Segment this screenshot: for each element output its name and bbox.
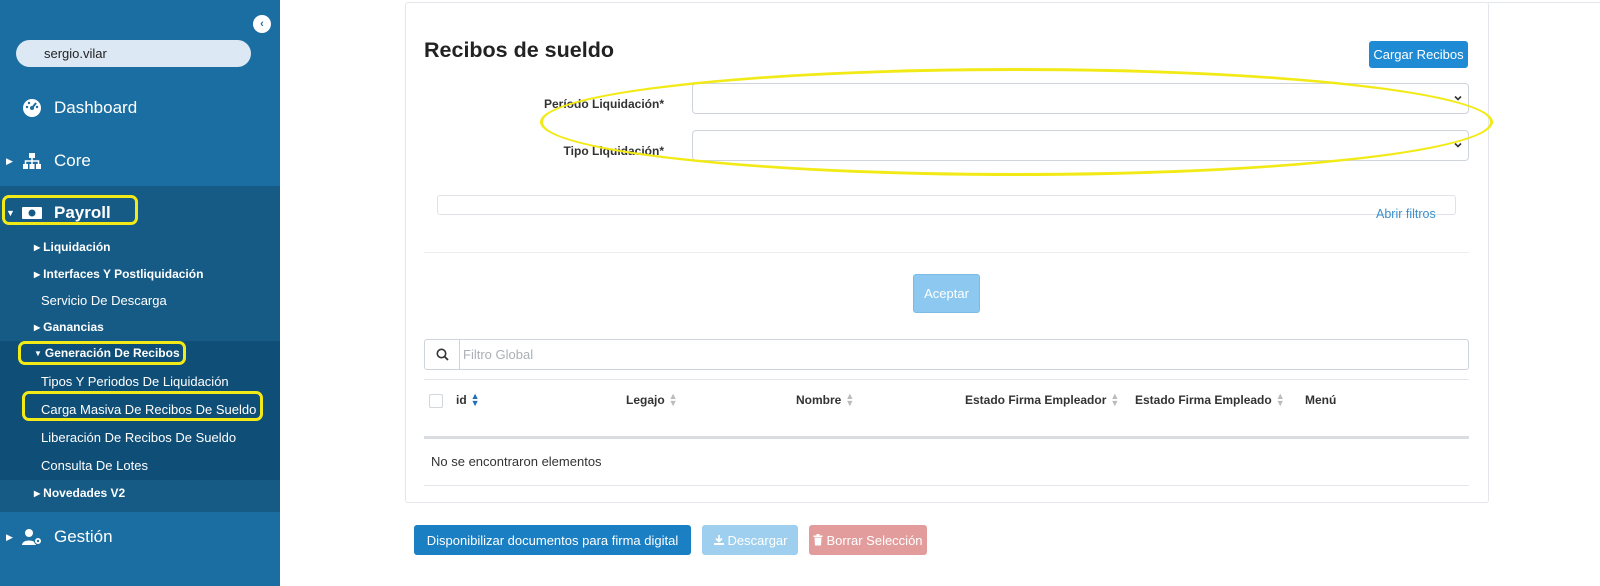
table-empty-message: No se encontraron elementos xyxy=(424,441,1469,486)
cargar-recibos-button[interactable]: Cargar Recibos xyxy=(1369,41,1468,68)
button-label: Descargar xyxy=(727,532,788,548)
sidebar-subitem-label: Ganancias xyxy=(43,320,104,334)
caret-right-icon: ▶ xyxy=(6,155,13,166)
select-all-checkbox[interactable] xyxy=(429,394,443,408)
global-filter xyxy=(424,339,1469,370)
caret-right-icon: ▶ xyxy=(34,322,41,332)
sidebar-subitem-consulta[interactable]: Consulta De Lotes xyxy=(41,458,148,473)
caret-right-icon: ▶ xyxy=(34,269,41,279)
sort-icon: ▲ ▼ xyxy=(1275,391,1285,408)
column-label: Estado Firma Empleador xyxy=(965,393,1107,407)
sidebar-subitem-label: Liquidación xyxy=(43,240,111,254)
sidebar-subitem-tipos[interactable]: Tipos Y Periodos De Liquidación xyxy=(41,374,229,389)
highlight-carga-masiva xyxy=(22,391,263,421)
highlight-payroll xyxy=(2,195,138,225)
column-header-estado-firma-empleado[interactable]: Estado Firma Empleado ▲ ▼ xyxy=(1135,391,1285,408)
page-title: Recibos de sueldo xyxy=(424,38,614,62)
sidebar-item-label: Core xyxy=(54,151,91,170)
descargar-button[interactable]: Descargar xyxy=(702,525,798,555)
highlight-generacion xyxy=(18,341,186,365)
column-header-nombre[interactable]: Nombre ▲ ▼ xyxy=(796,391,855,408)
sidebar-item-dashboard[interactable]: Dashboard xyxy=(0,91,280,125)
column-header-estado-firma-empleador[interactable]: Estado Firma Empleador ▲ ▼ xyxy=(965,391,1120,408)
user-cog-icon xyxy=(20,527,44,547)
filters-panel xyxy=(437,195,1456,215)
sort-icon: ▲ ▼ xyxy=(470,391,480,408)
sidebar-item-label: Gestión xyxy=(54,527,113,546)
sidebar-item-label: Dashboard xyxy=(54,98,138,117)
trash-icon xyxy=(813,534,823,546)
sort-icon: ▲ ▼ xyxy=(1110,391,1120,408)
abrir-filtros-link[interactable]: Abrir filtros xyxy=(1376,207,1436,221)
column-header-id[interactable]: id ▲ ▼ xyxy=(456,391,480,408)
button-label: Borrar Selección xyxy=(826,532,923,548)
caret-right-icon: ▶ xyxy=(34,488,41,498)
collapse-sidebar-icon[interactable]: ‹ xyxy=(253,15,271,33)
highlight-form xyxy=(540,68,1493,176)
global-filter-input[interactable] xyxy=(463,340,1463,369)
sidebar-subitem-liberacion[interactable]: Liberación De Recibos De Sueldo xyxy=(41,430,236,445)
sidebar: ‹ sergio.vilar Dashboard ▶ Core ▼ Payrol… xyxy=(0,0,280,586)
column-label: Estado Firma Empleado xyxy=(1135,393,1272,407)
column-header-legajo[interactable]: Legajo ▲ ▼ xyxy=(626,391,678,408)
sidebar-subitem-novedades[interactable]: ▶ Novedades V2 xyxy=(34,486,125,500)
column-label: Nombre xyxy=(796,393,842,407)
aceptar-button[interactable]: Aceptar xyxy=(913,274,980,313)
top-divider xyxy=(1488,2,1600,3)
sidebar-subitem-ganancias[interactable]: ▶ Ganancias xyxy=(34,320,104,334)
sidebar-item-gestion[interactable]: ▶ Gestión xyxy=(0,520,280,554)
sidebar-subitem-servicio[interactable]: Servicio De Descarga xyxy=(41,293,167,308)
disponibilizar-button[interactable]: Disponibilizar documentos para firma dig… xyxy=(414,525,691,555)
sidebar-subitem-label: Interfaces Y Postliquidación xyxy=(43,267,204,281)
sidebar-subitem-interfaces[interactable]: ▶ Interfaces Y Postliquidación xyxy=(34,267,203,281)
column-label: id xyxy=(456,393,467,407)
table-header: id ▲ ▼ Legajo ▲ ▼ Nombre ▲ ▼ Estado Firma E… xyxy=(424,379,1469,439)
divider xyxy=(424,252,1469,253)
sidebar-subitem-label: Novedades V2 xyxy=(43,486,126,500)
user-name-badge[interactable]: sergio.vilar xyxy=(16,40,251,67)
sidebar-subitem-liquidacion[interactable]: ▶ Liquidación xyxy=(34,240,111,254)
caret-right-icon: ▶ xyxy=(6,531,13,542)
download-icon xyxy=(713,535,724,545)
column-label: Legajo xyxy=(626,393,665,407)
search-icon xyxy=(425,340,460,369)
sort-icon: ▲ ▼ xyxy=(668,391,678,408)
sitemap-icon xyxy=(20,151,44,171)
sidebar-item-core[interactable]: ▶ Core xyxy=(0,144,280,178)
dashboard-icon xyxy=(20,98,44,118)
caret-right-icon: ▶ xyxy=(34,242,41,252)
borrar-seleccion-button[interactable]: Borrar Selección xyxy=(809,525,927,555)
column-header-menu: Menú xyxy=(1305,393,1336,407)
sort-icon: ▲ ▼ xyxy=(845,391,855,408)
column-label: Menú xyxy=(1305,393,1337,407)
